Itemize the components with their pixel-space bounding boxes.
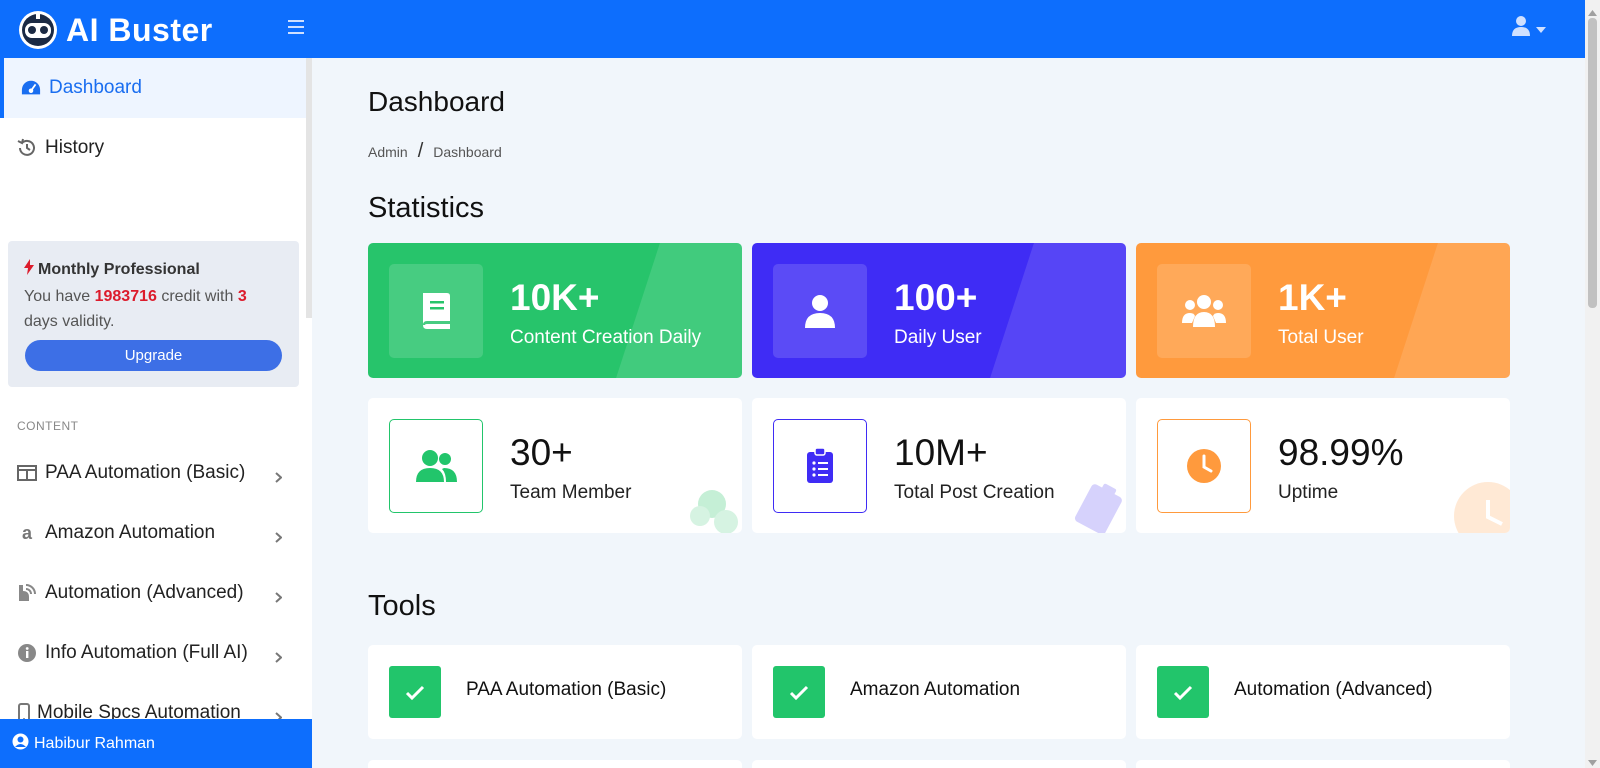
columns-icon	[17, 463, 37, 483]
sidebar-item-automation-advanced[interactable]: Automation (Advanced)	[0, 563, 306, 623]
stat-value: 30+	[510, 432, 573, 473]
tool-card-automation-advanced[interactable]: Automation (Advanced)	[1136, 645, 1510, 739]
sidebar-item-paa-automation[interactable]: PAA Automation (Basic)	[0, 443, 306, 503]
sidebar-item-amazon-automation[interactable]: a Amazon Automation	[0, 503, 306, 563]
breadcrumb-admin[interactable]: Admin	[368, 144, 408, 160]
brand-logo[interactable]: AI Buster	[16, 10, 213, 50]
amazon-icon: a	[21, 522, 32, 543]
stat-card-content-creation: 10K+ Content Creation Daily	[368, 243, 742, 378]
sidebar-item-dashboard[interactable]: Dashboard	[0, 58, 306, 118]
chevron-right-icon	[275, 467, 283, 489]
clipboard-list-icon	[773, 419, 867, 513]
gauge-icon	[21, 78, 41, 98]
stat-label: Daily User	[894, 327, 982, 348]
info-icon	[17, 643, 37, 663]
breadcrumb: Admin / Dashboard	[368, 140, 502, 163]
team-icon	[389, 419, 483, 513]
stat-card-total-user: 1K+ Total User	[1136, 243, 1510, 378]
plan-card: Monthly Professional You have 1983716 cr…	[8, 241, 299, 387]
page-title: Dashboard	[368, 86, 505, 117]
bolt-icon	[24, 259, 34, 280]
top-navbar: AI Buster	[0, 0, 1585, 58]
section-label-content: CONTENT	[17, 419, 79, 433]
plan-credits-text: You have 1983716 credit with 3 days vali…	[24, 288, 247, 330]
user-name: Habibur Rahman	[34, 734, 155, 752]
menu-toggle-icon[interactable]	[288, 20, 304, 34]
check-icon	[389, 666, 441, 718]
chevron-right-icon	[275, 587, 283, 609]
tool-label: Amazon Automation	[850, 679, 1021, 700]
sidebar: Dashboard History Monthly Professional Y…	[0, 58, 312, 768]
tool-label: PAA Automation (Basic)	[466, 679, 667, 700]
page-scrollbar[interactable]	[1585, 0, 1600, 768]
users-icon	[1157, 264, 1251, 358]
sidebar-item-label: Amazon Automation	[45, 522, 216, 543]
sidebar-item-history[interactable]: History	[0, 118, 306, 178]
tool-card-amazon-automation[interactable]: Amazon Automation	[752, 645, 1126, 739]
chevron-right-icon	[275, 647, 283, 669]
history-icon	[17, 138, 37, 158]
user-icon	[1512, 16, 1530, 41]
stat-value: 10M+	[894, 432, 988, 473]
stat-value: 10K+	[510, 277, 600, 318]
team-watermark-icon	[686, 486, 742, 533]
stat-card-total-post: 10M+ Total Post Creation	[752, 398, 1126, 533]
stat-value: 1K+	[1278, 277, 1347, 318]
tool-label: Automation (Advanced)	[1234, 679, 1433, 700]
user-menu-dropdown[interactable]	[1512, 16, 1546, 41]
statistics-heading: Statistics	[368, 192, 485, 224]
clock-watermark-icon	[1452, 480, 1510, 533]
sidebar-item-label: Info Automation (Full AI)	[45, 642, 248, 663]
stat-label: Total Post Creation	[894, 482, 1055, 503]
scroll-thumb[interactable]	[1588, 18, 1597, 308]
stat-value: 98.99%	[1278, 432, 1404, 473]
sidebar-item-label: History	[45, 137, 105, 158]
user-circle-icon	[12, 733, 29, 755]
tool-card-partial[interactable]	[1136, 760, 1510, 768]
scroll-down-icon[interactable]	[1588, 754, 1597, 766]
brand-name: AI Buster	[66, 11, 213, 48]
credit-count: 1983716	[94, 288, 157, 305]
robot-logo-icon	[16, 10, 60, 50]
tool-card-partial[interactable]	[368, 760, 742, 768]
book-icon	[389, 264, 483, 358]
sidebar-item-info-automation[interactable]: Info Automation (Full AI)	[0, 623, 306, 683]
tools-heading: Tools	[368, 590, 436, 622]
sidebar-item-label: Dashboard	[49, 77, 142, 98]
stat-value: 100+	[894, 277, 978, 318]
main-content: Dashboard Admin / Dashboard Statistics 1…	[312, 58, 1585, 768]
stat-card-uptime: 98.99% Uptime	[1136, 398, 1510, 533]
user-icon	[773, 264, 867, 358]
sidebar-user-footer[interactable]: Habibur Rahman	[0, 719, 312, 768]
breadcrumb-separator: /	[417, 140, 424, 162]
scroll-up-icon[interactable]	[1588, 4, 1597, 16]
clock-icon	[1157, 419, 1251, 513]
check-icon	[1157, 666, 1209, 718]
chevron-right-icon	[275, 527, 283, 549]
check-icon	[773, 666, 825, 718]
blogger-icon	[17, 583, 37, 603]
upgrade-button[interactable]: Upgrade	[25, 340, 282, 371]
sidebar-item-label: PAA Automation (Basic)	[45, 462, 246, 483]
stat-label: Uptime	[1278, 482, 1339, 503]
stat-card-team-member: 30+ Team Member	[368, 398, 742, 533]
breadcrumb-dashboard: Dashboard	[433, 143, 502, 160]
sidebar-item-label: Automation (Advanced)	[45, 582, 244, 603]
plan-title: Monthly Professional	[24, 259, 283, 280]
stat-label: Team Member	[510, 482, 632, 503]
stat-card-daily-user: 100+ Daily User	[752, 243, 1126, 378]
validity-days: 3	[237, 288, 247, 305]
stat-label: Content Creation Daily	[510, 327, 702, 348]
stat-label: Total User	[1278, 327, 1364, 348]
tool-card-partial[interactable]	[752, 760, 1126, 768]
caret-down-icon	[1536, 20, 1546, 38]
clipboard-watermark-icon	[1070, 480, 1126, 533]
tool-card-paa-automation[interactable]: PAA Automation (Basic)	[368, 645, 742, 739]
